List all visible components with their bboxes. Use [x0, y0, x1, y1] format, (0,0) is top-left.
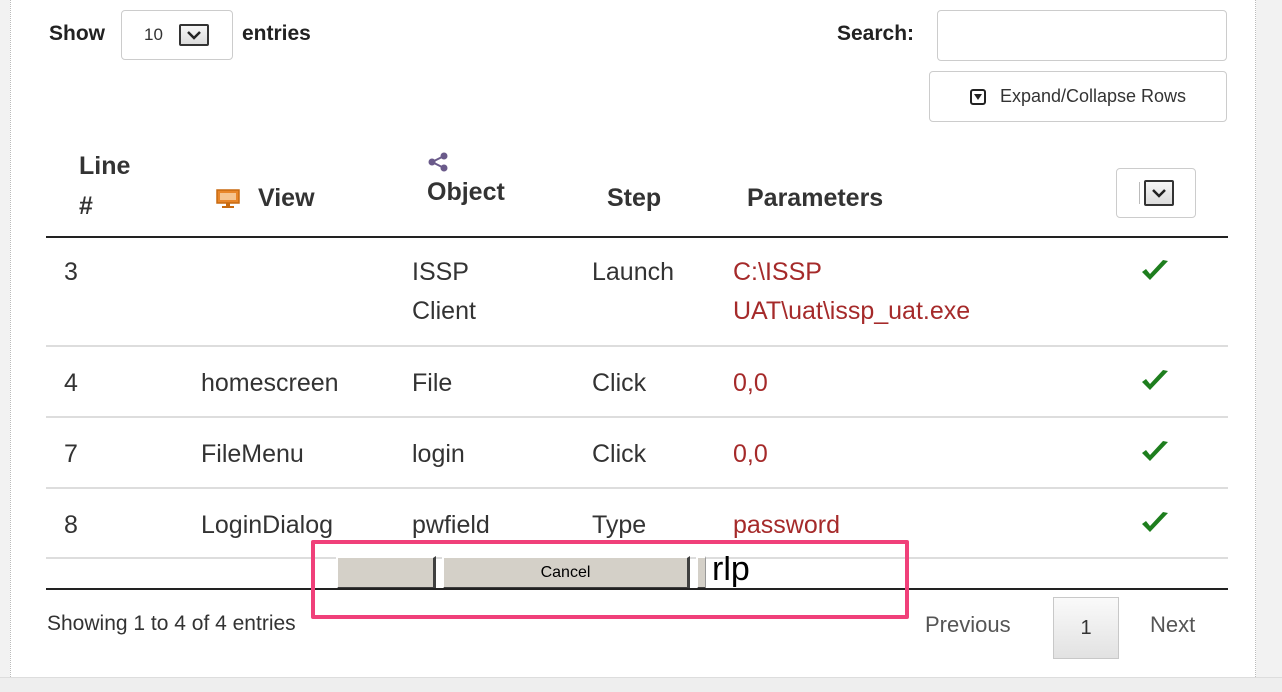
row4-object: pwfield — [412, 511, 490, 539]
row1-line: 3 — [64, 258, 78, 286]
row1-param-2: UAT\uat\issp_uat.exe — [733, 297, 971, 325]
row-divider — [46, 345, 1228, 347]
row2-line: 4 — [64, 369, 78, 397]
bottom-strip — [0, 677, 1282, 692]
row2-step: Click — [592, 369, 647, 397]
column-header-line[interactable]: Line # — [79, 146, 149, 226]
row3-line: 7 — [64, 440, 78, 468]
row3-object: login — [412, 440, 465, 468]
row2-object: File — [412, 369, 453, 397]
previous-page-button[interactable]: Previous — [925, 612, 1011, 638]
row4-param: password — [733, 511, 840, 539]
page-length-value: 10 — [144, 25, 163, 44]
page-number: 1 — [1080, 616, 1092, 639]
collapse-toggle-icon — [969, 88, 986, 105]
expand-collapse-rows-button[interactable]: Expand/Collapse Rows — [929, 71, 1227, 122]
monitor-icon — [216, 188, 240, 208]
row4-line: 8 — [64, 511, 78, 539]
next-page-button[interactable]: Next — [1150, 612, 1195, 638]
chevron-down-icon[interactable] — [1143, 180, 1174, 206]
row2-param: 0,0 — [733, 369, 768, 397]
line-header-text-2: # — [79, 192, 93, 220]
chevron-down-icon[interactable] — [178, 24, 209, 46]
row2-view: homescreen — [201, 369, 339, 397]
entries-label: entries — [242, 22, 311, 45]
show-label: Show — [49, 22, 105, 45]
row1-step: Launch — [592, 258, 675, 286]
object-header-text: Object — [427, 178, 505, 206]
check-icon — [1142, 370, 1168, 390]
share-icon — [428, 152, 448, 172]
column-header-step[interactable]: Step — [607, 184, 661, 213]
row4-step: Type — [592, 511, 647, 539]
row1-object-1: ISSP — [412, 258, 469, 286]
page-length-select[interactable]: 10 — [121, 10, 233, 60]
row3-step: Click — [592, 440, 647, 468]
column-header-view[interactable]: View — [216, 184, 315, 213]
header-divider — [46, 236, 1228, 238]
row3-param: 0,0 — [733, 440, 768, 468]
search-input[interactable] — [937, 10, 1227, 61]
expand-collapse-label: Expand/Collapse Rows — [999, 86, 1187, 106]
view-header-text: View — [258, 184, 315, 212]
separator — [1138, 182, 1140, 204]
column-header-parameters[interactable]: Parameters — [747, 184, 883, 213]
table-info: Showing 1 to 4 of 4 entries — [47, 612, 296, 635]
table-panel: Show 10 entries Search: Expand/Collapse … — [10, 0, 1256, 677]
row4-view: LoginDialog — [201, 511, 334, 539]
row3-view: FileMenu — [201, 440, 304, 468]
line-header-text-1: Line — [79, 152, 131, 180]
row1-param-1: C:\ISSP — [733, 258, 822, 286]
row1-object-2: Client — [412, 297, 476, 325]
check-icon — [1142, 441, 1168, 461]
search-label: Search: — [837, 22, 915, 45]
column-header-object[interactable]: Object — [427, 152, 505, 207]
check-icon — [1142, 260, 1168, 280]
column-visibility-toggle[interactable] — [1116, 168, 1196, 218]
highlight-annotation-box — [311, 540, 909, 619]
page-1-button[interactable]: 1 — [1053, 597, 1119, 659]
row-divider — [46, 487, 1228, 489]
check-icon — [1142, 512, 1168, 532]
row-divider — [46, 416, 1228, 418]
